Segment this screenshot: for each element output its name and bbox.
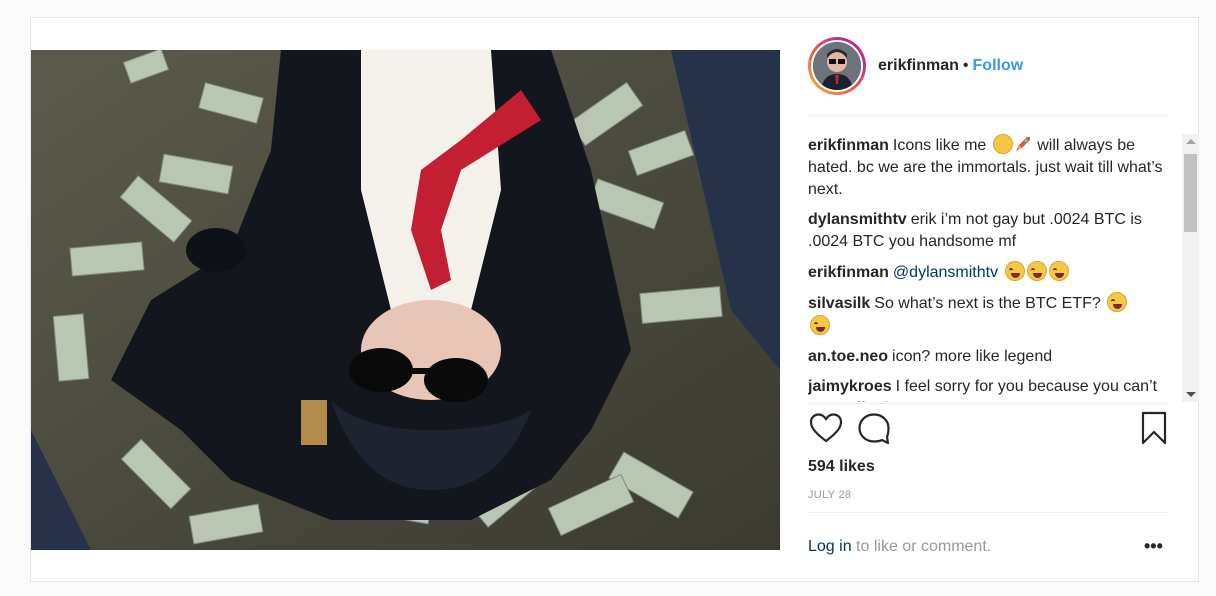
comment-username[interactable]: an.toe.neo xyxy=(808,348,888,365)
header-divider xyxy=(808,115,1168,116)
post-author-username[interactable]: erikfinman xyxy=(878,57,959,75)
avatar[interactable] xyxy=(811,40,863,92)
comment-text: icon? more like legend xyxy=(892,348,1053,365)
post-date: JULY 28 xyxy=(808,489,852,501)
login-link[interactable]: Log in xyxy=(808,538,852,555)
post-header: erikfinman • Follow xyxy=(808,36,1168,96)
scroll-down-icon[interactable] xyxy=(1186,392,1196,397)
comment-bubble-icon[interactable] xyxy=(856,410,892,446)
post-sidebar: erikfinman • Follow erikfinman Icons like… xyxy=(780,18,1199,581)
comment-username[interactable]: jaimykroes xyxy=(808,378,892,395)
list-item: erikfinman @dylansmithtv xyxy=(808,261,1172,284)
comment-text: Icons like me xyxy=(892,137,987,154)
scrollbar-thumb[interactable] xyxy=(1184,154,1197,232)
list-item: dylansmithtv erik i’m not gay but .0024 B… xyxy=(808,209,1172,253)
comment-text: So what’s next is the BTC ETF? xyxy=(874,295,1101,312)
comments-scrollbar[interactable] xyxy=(1182,134,1199,402)
tears-of-joy-emoji-icon xyxy=(1026,261,1047,281)
tears-of-joy-emoji-icon xyxy=(1004,261,1025,281)
list-item: jaimykroes I feel sorry for you because y… xyxy=(808,376,1172,402)
comment-username[interactable]: erikfinman xyxy=(808,264,889,281)
likes-count[interactable]: 594 likes xyxy=(808,458,875,476)
comment-mention[interactable]: @dylansmithtv xyxy=(893,264,998,281)
list-item: erikfinman Icons like me will always be h… xyxy=(808,134,1172,201)
avatar-image xyxy=(813,42,861,90)
bookmark-icon[interactable] xyxy=(1136,410,1172,446)
post-image[interactable] xyxy=(31,50,780,550)
avatar-story-ring[interactable] xyxy=(808,37,866,95)
login-prompt-text: to like or comment. xyxy=(856,538,992,555)
comment-username[interactable]: silvasilk xyxy=(808,295,870,312)
tears-of-joy-emoji-icon xyxy=(1048,261,1069,281)
rocket-emoji-icon xyxy=(1015,137,1030,151)
footer-divider xyxy=(808,512,1168,513)
kissing-face-emoji-icon xyxy=(992,134,1013,154)
comment-username[interactable]: dylansmithtv xyxy=(808,211,907,228)
comment-username[interactable]: erikfinman xyxy=(808,137,889,154)
tears-of-joy-emoji-icon xyxy=(1107,292,1128,312)
comments-divider xyxy=(808,403,1168,404)
comments-list[interactable]: erikfinman Icons like me will always be h… xyxy=(808,134,1172,402)
list-item: silvasilk So what’s next is the BTC ETF? xyxy=(808,292,1172,338)
post-actions xyxy=(808,410,1170,448)
heart-icon[interactable] xyxy=(808,410,844,446)
more-options-icon[interactable]: ••• xyxy=(1144,536,1168,556)
login-prompt: Log in to like or comment. xyxy=(808,538,1168,558)
header-separator: • xyxy=(962,57,969,74)
instagram-post: erikfinman • Follow erikfinman Icons like… xyxy=(30,17,1199,582)
scroll-up-icon[interactable] xyxy=(1186,139,1196,144)
grinning-face-emoji-icon xyxy=(810,315,830,335)
post-photo-illustration xyxy=(31,50,780,550)
follow-button[interactable]: Follow xyxy=(973,57,1024,75)
list-item: an.toe.neo icon? more like legend xyxy=(808,346,1172,368)
